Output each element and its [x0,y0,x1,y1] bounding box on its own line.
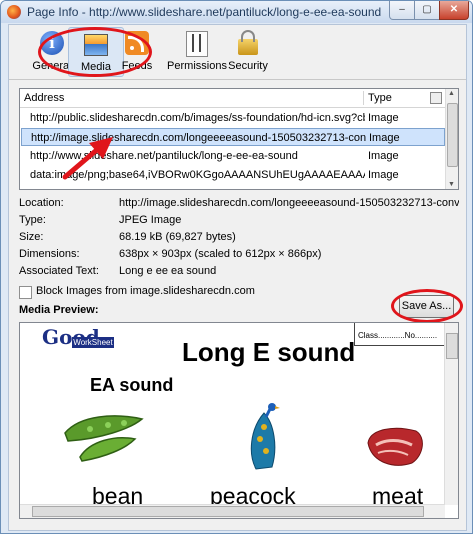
tab-label: Feeds [121,60,153,72]
location-label: Location: [19,197,64,209]
minimize-button[interactable]: – [389,1,415,20]
size-value: 68.19 kB (69,827 bytes) [119,231,236,243]
tab-label: Security [228,60,268,72]
window-title: Page Info - http://www.slideshare.net/pa… [27,5,382,19]
row-address: http://public.slidesharecdn.com/b/images… [30,112,365,124]
row-address: http://image.slidesharecdn.com/longeeeea… [31,132,366,144]
permissions-icon [186,31,208,57]
dimensions-value: 638px × 903px (scaled to 612px × 866px) [119,248,322,260]
lock-icon [238,30,258,55]
peacock-picture [250,403,280,470]
list-scrollbar[interactable]: ▲ ▼ [445,89,458,189]
save-as-button[interactable]: Save As... [399,295,454,318]
row-type: Image [368,112,399,124]
column-divider [363,91,364,105]
type-value: JPEG Image [119,214,182,226]
close-button[interactable]: ✕ [439,1,469,20]
list-header: Address Type [20,89,445,108]
media-preview-label: Media Preview: [19,304,99,316]
logo-subtext: WorkSheet [72,337,114,348]
bean-picture [64,415,144,462]
media-list[interactable]: Address Type http://public.slidesharecdn… [19,88,459,190]
title-bar[interactable]: Page Info - http://www.slideshare.net/pa… [1,1,472,23]
maximize-button[interactable]: ▢ [414,1,440,20]
page-info-window: Page Info - http://www.slideshare.net/pa… [0,0,473,534]
scroll-down-icon[interactable]: ▼ [448,181,455,188]
column-header-address[interactable]: Address [24,92,64,104]
class-number-box: Class............No.......... [354,323,448,346]
preview-horizontal-scrollbar[interactable] [20,504,445,518]
scroll-up-icon[interactable]: ▲ [448,90,455,97]
block-images-checkbox[interactable] [19,286,32,299]
list-item-selected[interactable]: http://image.slidesharecdn.com/longeeeea… [21,128,445,146]
firefox-icon [7,5,21,19]
toolbar-separator [9,79,466,80]
dimensions-label: Dimensions: [19,248,80,260]
associated-text-value: Long e ee ea sound [119,265,217,277]
preview-vertical-scrollbar[interactable] [444,323,458,505]
info-icon: i [40,31,64,55]
tab-toolbar: i General Media Feeds Permissions Securi… [9,25,466,79]
row-type: Image [368,169,399,181]
row-address: data:image/png;base64,iVBORw0KGgoAAAANSU… [30,169,365,181]
worksheet-subtitle: EA sound [90,375,174,395]
column-header-type[interactable]: Type [368,92,392,104]
column-picker-icon[interactable] [430,92,442,104]
tab-feeds[interactable]: Feeds [110,27,164,75]
good-worksheet-logo: Good WorkSheet [42,325,114,351]
size-label: Size: [19,231,44,243]
location-value[interactable]: http://image.slidesharecdn.com/longeeeea… [119,197,459,209]
type-label: Type: [19,214,46,226]
list-item[interactable]: http://www.slideshare.net/pantiluck/long… [21,147,445,165]
list-item[interactable]: http://public.slidesharecdn.com/b/images… [21,109,445,127]
associated-text-label: Associated Text: [19,265,99,277]
rss-icon [125,31,149,55]
media-preview[interactable]: Good WorkSheet Class............No......… [19,322,459,519]
scrollbar-thumb[interactable] [32,506,424,517]
media-icon [84,34,108,56]
scrollbar-thumb[interactable] [447,103,458,167]
row-type: Image [369,132,400,144]
row-address: http://www.slideshare.net/pantiluck/long… [30,150,298,162]
tab-security[interactable]: Security [221,27,275,75]
scrollbar-thumb[interactable] [446,333,458,359]
worksheet-title: Long E sound [182,337,356,367]
class-number-text: Class............No.......... [358,331,438,340]
dialog-body: i General Media Feeds Permissions Securi… [8,24,467,531]
list-item[interactable]: data:image/png;base64,iVBORw0KGgoAAAANSU… [21,166,445,184]
row-type: Image [368,150,399,162]
block-images-label[interactable]: Block Images from image.slidesharecdn.co… [36,285,255,297]
meat-picture [367,427,423,466]
